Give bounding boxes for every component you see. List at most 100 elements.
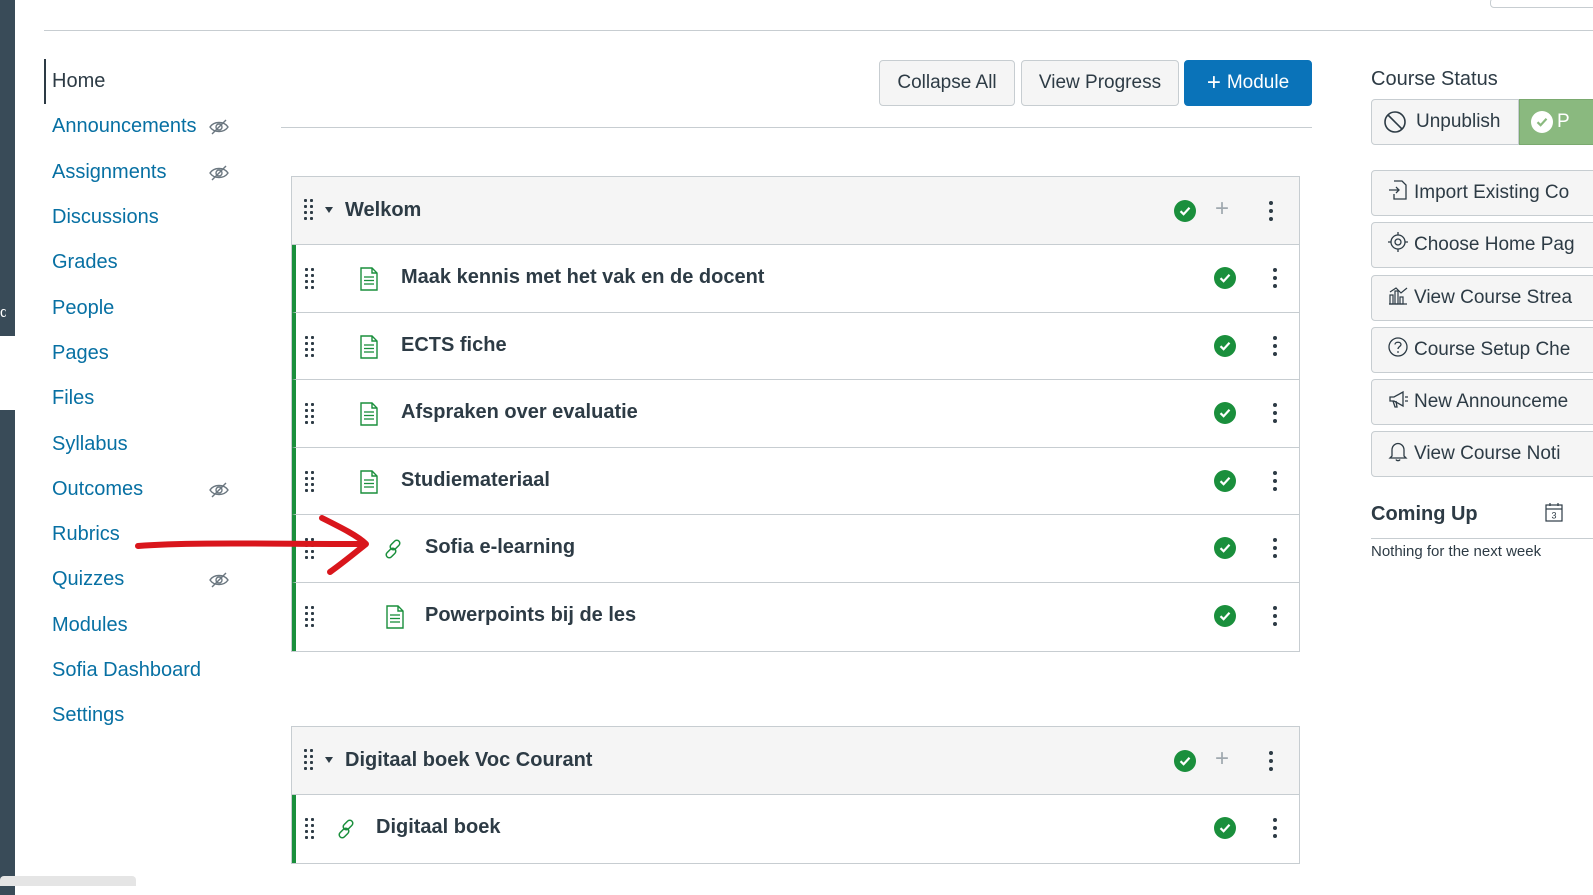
sidebar-button-label: Choose Home Pag [1414, 234, 1575, 255]
module-item: Powerpoints bij de les [292, 582, 1299, 651]
nav-item-grades[interactable]: Grades [44, 240, 244, 285]
nav-item-assignments[interactable]: Assignments [44, 150, 244, 195]
drag-handle-icon[interactable] [305, 605, 314, 627]
item-menu-icon[interactable] [1272, 403, 1278, 424]
nav-item-modules[interactable]: Modules [44, 603, 244, 648]
add-item-icon[interactable]: + [1215, 197, 1229, 221]
item-menu-icon[interactable] [1272, 818, 1278, 838]
published-check-icon[interactable] [1214, 267, 1236, 289]
nav-item-files[interactable]: Files [44, 376, 244, 421]
item-menu-icon[interactable] [1272, 605, 1278, 626]
nav-item-label: Settings [52, 704, 125, 727]
module-item-title[interactable]: Powerpoints bij de les [425, 604, 636, 627]
drag-handle-icon[interactable] [305, 268, 314, 289]
nav-item-people[interactable]: People [44, 285, 244, 330]
module-item: Afspraken over evaluatie [292, 380, 1299, 448]
module-item-title[interactable]: Sofia e-learning [425, 536, 575, 559]
nav-item-label: People [52, 296, 115, 319]
published-check-icon[interactable] [1214, 469, 1236, 492]
module-header[interactable]: Digitaal boek Voc Courant + [292, 727, 1299, 795]
course-nav: Home Announcements Assignments Discussions G… [44, 59, 244, 738]
global-nav-fragment: d [0, 304, 6, 321]
header-button-edge[interactable] [1490, 0, 1593, 8]
module-menu-icon[interactable] [1268, 201, 1274, 221]
drag-handle-icon[interactable] [305, 818, 314, 839]
drag-handle-icon[interactable] [305, 470, 314, 492]
bottom-scroll-tab[interactable] [0, 876, 136, 886]
link-icon [334, 817, 356, 841]
nav-item-label: Modules [52, 613, 128, 636]
nav-item-outcomes[interactable]: Outcomes [44, 467, 244, 512]
caret-down-icon[interactable] [325, 207, 333, 213]
nav-item-sofia-dashboard[interactable]: Sofia Dashboard [44, 648, 244, 693]
drag-handle-icon[interactable] [305, 403, 314, 425]
hidden-eye-icon [208, 116, 230, 138]
module-digitaal-boek-voc-courant: Digitaal boek Voc Courant + Digitaal boek [291, 726, 1300, 864]
sidebar-button-import-existing-co[interactable]: Import Existing Co [1371, 170, 1593, 216]
view-progress-button[interactable]: View Progress [1021, 60, 1179, 106]
published-check-icon[interactable] [1174, 200, 1196, 222]
unpublish-button[interactable]: Unpublish [1371, 99, 1519, 145]
calendar-icon[interactable]: 3 [1545, 502, 1563, 527]
calendar-day: 3 [1551, 511, 1556, 521]
collapse-all-button[interactable]: Collapse All [879, 60, 1015, 106]
course-status-label: Course Status [1371, 68, 1498, 90]
nav-item-label: Sofia Dashboard [52, 659, 201, 681]
published-check-icon[interactable] [1214, 402, 1236, 425]
global-nav-gap [0, 336, 15, 410]
page-icon [385, 605, 407, 629]
sidebar-button-choose-home-pag[interactable]: Choose Home Pag [1371, 222, 1593, 268]
nav-item-home[interactable]: Home [44, 59, 244, 105]
item-menu-icon[interactable] [1272, 538, 1278, 559]
add-module-button[interactable]: + Module [1184, 60, 1312, 106]
nav-item-syllabus[interactable]: Syllabus [44, 421, 244, 466]
module-item-title[interactable]: Maak kennis met het vak en de docent [401, 266, 764, 289]
question-icon [1387, 336, 1414, 364]
module-item: Sofia e-learning [292, 515, 1299, 583]
drag-handle-icon[interactable] [305, 335, 314, 357]
item-menu-icon[interactable] [1272, 268, 1278, 288]
nav-item-pages[interactable]: Pages [44, 331, 244, 376]
module-menu-icon[interactable] [1268, 751, 1274, 771]
unpublish-label: Unpublish [1416, 111, 1501, 132]
sidebar-button-view-course-strea[interactable]: View Course Strea [1371, 275, 1593, 321]
drag-handle-icon[interactable] [304, 199, 313, 220]
published-check-icon[interactable] [1214, 334, 1236, 357]
module-item: ECTS fiche [292, 312, 1299, 381]
sidebar-button-label: New Announceme [1414, 391, 1569, 412]
module-item-title[interactable]: ECTS fiche [401, 334, 507, 357]
nav-item-settings[interactable]: Settings [44, 693, 244, 738]
module-item-title[interactable]: Studiemateriaal [401, 469, 550, 492]
page-icon [359, 402, 381, 426]
published-button[interactable]: P [1519, 99, 1593, 145]
item-menu-icon[interactable] [1272, 470, 1278, 491]
module-header[interactable]: Welkom + [292, 177, 1299, 245]
page-icon [359, 334, 381, 359]
add-module-label: Module [1226, 72, 1290, 93]
sidebar-button-new-announceme[interactable]: New Announceme [1371, 379, 1593, 425]
sidebar-button-label: View Course Noti [1414, 443, 1561, 464]
published-check-icon[interactable] [1214, 604, 1236, 627]
nav-item-announcements[interactable]: Announcements [44, 104, 244, 149]
module-title: Digitaal boek Voc Courant [345, 749, 593, 771]
nav-item-label: Discussions [52, 206, 159, 229]
module-item-title[interactable]: Digitaal boek [376, 816, 500, 839]
sidebar-button-label: Course Setup Che [1414, 339, 1571, 360]
nav-item-label: Syllabus [52, 432, 128, 455]
published-check-icon[interactable] [1214, 817, 1236, 839]
nav-item-discussions[interactable]: Discussions [44, 195, 244, 240]
sidebar-button-course-setup-che[interactable]: Course Setup Che [1371, 327, 1593, 373]
caret-down-icon[interactable] [325, 757, 333, 763]
module-item-title[interactable]: Afspraken over evaluatie [401, 401, 638, 424]
sidebar-button-label: Import Existing Co [1414, 182, 1570, 203]
megaphone-icon [1387, 388, 1414, 416]
nav-item-label: Grades [52, 251, 118, 274]
unpublish-icon [1384, 111, 1406, 133]
module-welkom: Welkom + Maak kennis met het vak en de doc… [291, 176, 1300, 652]
published-check-icon[interactable] [1174, 750, 1196, 772]
drag-handle-icon[interactable] [304, 749, 313, 770]
add-item-icon[interactable]: + [1215, 747, 1229, 771]
published-check-icon[interactable] [1214, 537, 1236, 560]
item-menu-icon[interactable] [1272, 335, 1278, 356]
sidebar-button-view-course-noti[interactable]: View Course Noti [1371, 431, 1593, 477]
